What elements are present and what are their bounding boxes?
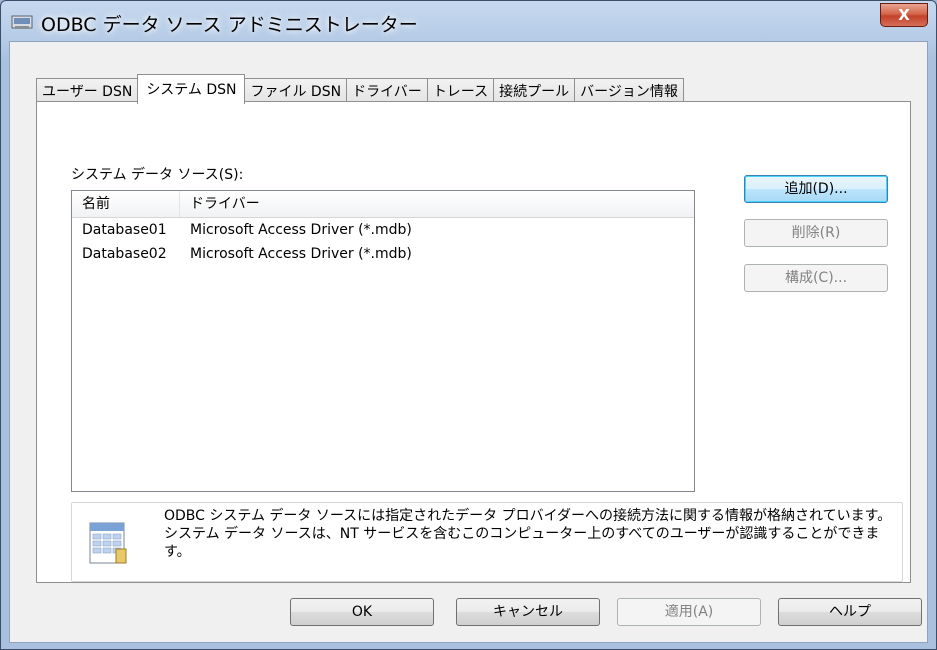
- info-description: ODBC システム データ ソースには指定されたデータ プロバイダーへの接続方法…: [164, 508, 892, 560]
- column-header-driver[interactable]: ドライバー: [180, 191, 694, 217]
- data-source-icon: [89, 522, 127, 564]
- close-icon: X: [898, 6, 910, 24]
- column-header-name[interactable]: 名前: [72, 191, 180, 217]
- cancel-button[interactable]: キャンセル: [456, 598, 600, 626]
- dsn-name: Database02: [82, 246, 167, 262]
- dialog-client-area: ユーザー DSN システム DSN ファイル DSN ドライバー トレース 接続…: [9, 41, 928, 643]
- configure-button[interactable]: 構成(C)...: [744, 264, 888, 292]
- add-button[interactable]: 追加(D)...: [744, 175, 888, 203]
- close-button[interactable]: X: [880, 3, 928, 27]
- dsn-driver: Microsoft Access Driver (*.mdb): [190, 246, 412, 262]
- apply-button[interactable]: 適用(A): [617, 598, 761, 626]
- help-button[interactable]: ヘルプ: [778, 598, 922, 626]
- dsn-driver: Microsoft Access Driver (*.mdb): [190, 222, 412, 238]
- tab-system-dsn[interactable]: システム DSN: [137, 74, 246, 104]
- title-bar[interactable]: ODBC データ ソース アドミニストレーター X: [1, 1, 936, 41]
- window-title: ODBC データ ソース アドミニストレーター: [41, 14, 418, 36]
- system-data-sources-label: システム データ ソース(S):: [71, 167, 244, 183]
- data-source-list[interactable]: 名前 ドライバー Database01 Microsoft Access Dri…: [71, 190, 695, 492]
- list-item[interactable]: Database01 Microsoft Access Driver (*.md…: [72, 218, 694, 242]
- system-dsn-panel: システム データ ソース(S): 名前 ドライバー Database01 Mic…: [36, 101, 911, 583]
- info-box: ODBC システム データ ソースには指定されたデータ プロバイダーへの接続方法…: [71, 502, 903, 582]
- remove-button[interactable]: 削除(R): [744, 219, 888, 247]
- list-header: 名前 ドライバー: [72, 191, 694, 218]
- odbc-admin-window: ODBC データ ソース アドミニストレーター X ユーザー DSN システム …: [0, 0, 937, 650]
- list-item[interactable]: Database02 Microsoft Access Driver (*.md…: [72, 242, 694, 266]
- tab-strip: ユーザー DSN システム DSN ファイル DSN ドライバー トレース 接続…: [36, 74, 684, 104]
- odbc-app-icon: [11, 15, 33, 29]
- dsn-name: Database01: [82, 222, 167, 238]
- ok-button[interactable]: OK: [290, 598, 434, 626]
